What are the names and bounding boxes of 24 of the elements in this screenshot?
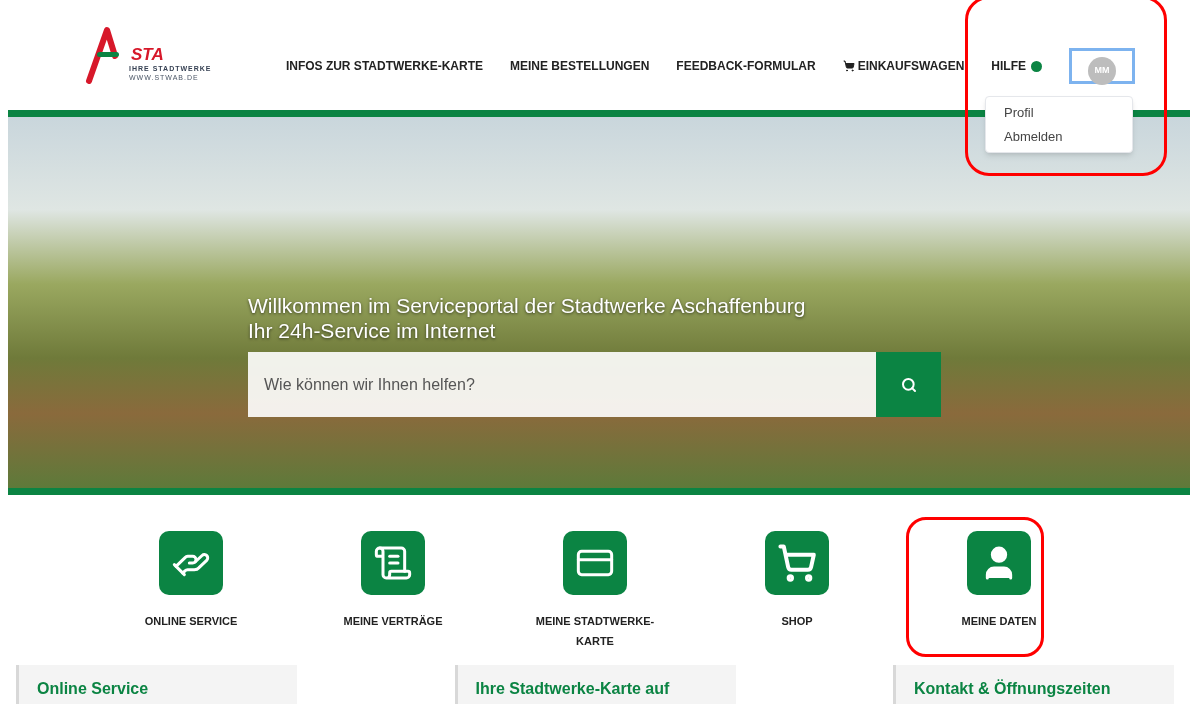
card-title: Ihre Stadtwerke-Karte auf [475, 680, 670, 697]
search-button[interactable] [876, 352, 941, 417]
cart-icon [842, 60, 855, 72]
search-field[interactable]: Wie können wir Ihnen helfen? [248, 352, 876, 417]
logo-icon [85, 26, 119, 84]
nav-link[interactable]: EINKAUFSWAGEN [842, 57, 965, 75]
nav-link[interactable]: FEEDBACK-FORMULAR [676, 57, 816, 75]
tile-link[interactable]: MEINE DATEN [929, 531, 1069, 663]
nav-link[interactable]: INFOS ZUR STADTWERKE-KARTE [285, 57, 483, 75]
tile-link[interactable]: ONLINE SERVICE [121, 531, 261, 663]
nav-link[interactable]: HILFE [991, 57, 1042, 75]
card-title: Kontakt & Öffnungszeiten [914, 680, 1111, 697]
search-icon [900, 376, 917, 393]
hero-subtitle: Ihr 24h-Service im Internet [248, 318, 497, 343]
menu-item[interactable]: Abmelden [986, 124, 1132, 148]
nav-link[interactable]: MEINE BESTELLUNGEN [510, 57, 650, 75]
menu-item[interactable]: Profil [986, 101, 1132, 125]
hero-title: Willkommen im Serviceportal der Stadtwerke Aschaffenburg [248, 293, 807, 318]
tile-link[interactable]: MEINE STADTWERKE-KARTE [525, 531, 665, 663]
cart-icon [777, 543, 817, 583]
tile-link[interactable]: MEINE VERTRÄGE [323, 531, 463, 663]
card-title: Online Service [37, 680, 149, 697]
logo-text: STA [130, 46, 165, 64]
tile-link[interactable]: SHOP [727, 531, 867, 663]
